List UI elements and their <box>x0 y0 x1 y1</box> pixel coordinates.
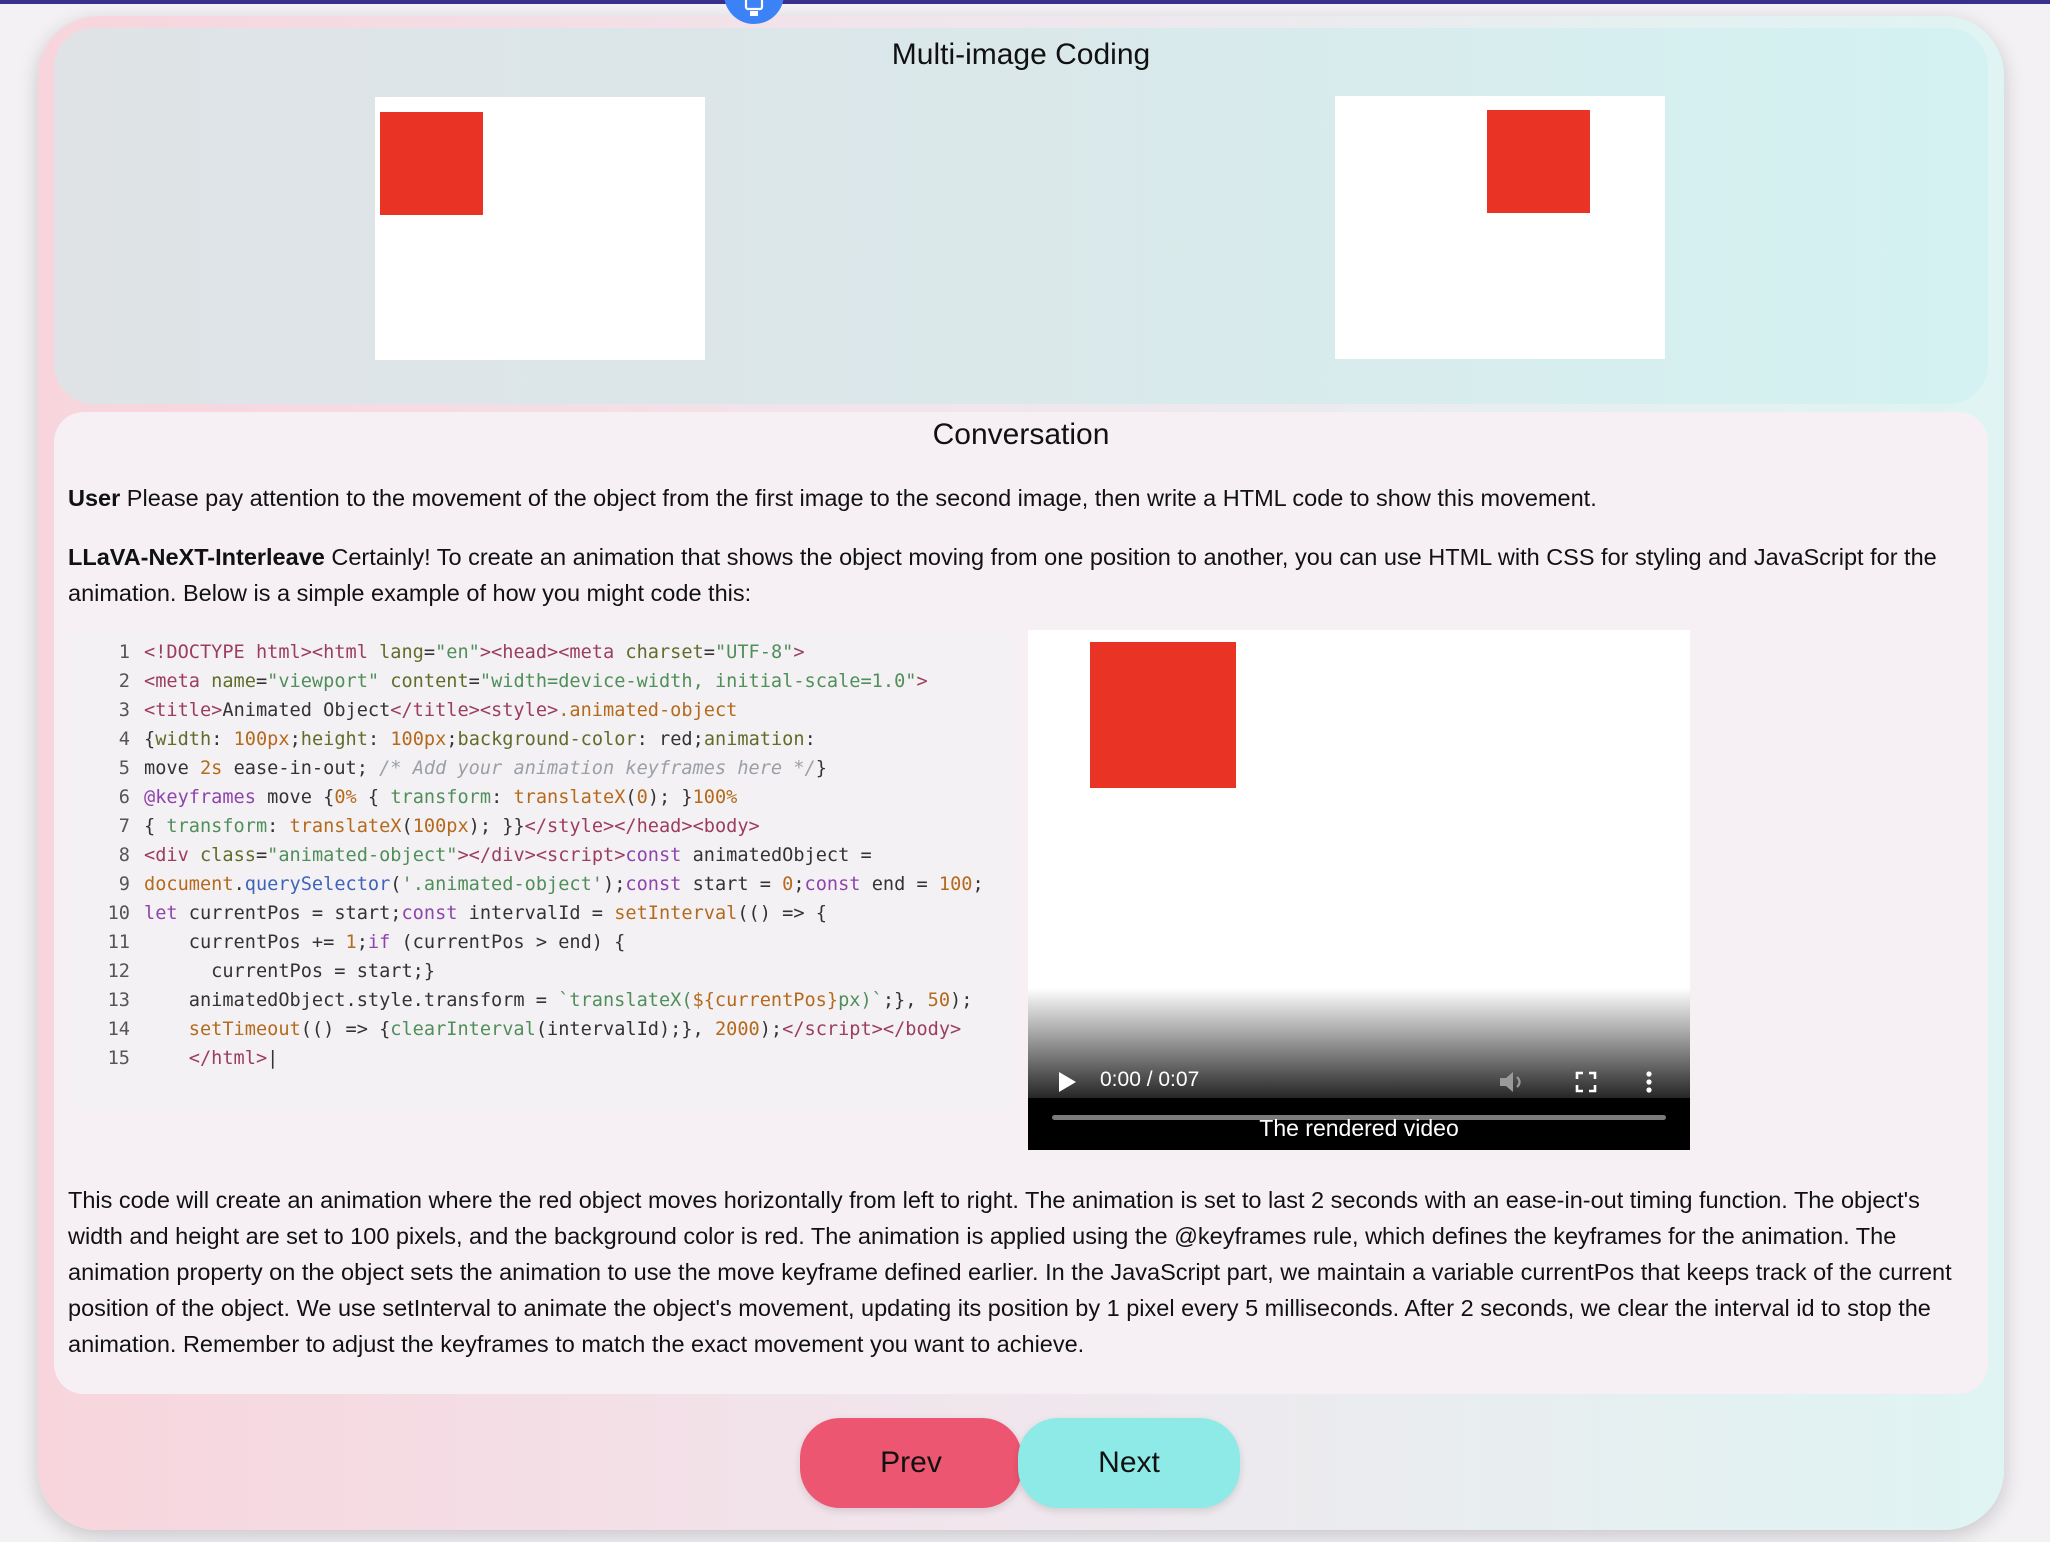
first-image <box>375 97 705 360</box>
more-options-icon[interactable] <box>1644 1070 1654 1094</box>
assistant-label: LLaVA-NeXT-Interleave <box>68 544 325 570</box>
assistant-message: LLaVA-NeXT-Interleave Certainly! To crea… <box>68 539 1973 611</box>
user-message: User Please pay attention to the movemen… <box>68 480 1973 516</box>
code-line: 15 </html>| <box>107 1048 279 1069</box>
next-button[interactable]: Next <box>1018 1418 1240 1508</box>
assistant-text: Certainly! To create an animation that s… <box>68 544 1937 606</box>
rendered-video-player[interactable]: 0:00 / 0:07 The rendered video <box>1028 630 1690 1150</box>
second-image <box>1335 96 1665 359</box>
red-square <box>380 112 483 215</box>
code-line: 7{ transform: translateX(100px); }}</sty… <box>118 816 760 837</box>
code-line: 1 <!DOCTYPE html><html lang="en"><head><m… <box>118 642 805 663</box>
assistant-summary: This code will create an animation where… <box>68 1187 1952 1357</box>
code-line: 11 currentPos += 1;if (currentPos > end)… <box>107 932 626 953</box>
top-accent-bar <box>0 0 2050 4</box>
robot-icon <box>744 0 764 16</box>
code-block[interactable]: 1 <!DOCTYPE html><html lang="en"><head><m… <box>68 632 1014 1108</box>
code-line: 4 {width: 100px;height: 100px;background-… <box>118 729 816 750</box>
conversation-panel: Conversation User Please pay attention t… <box>54 412 1988 1394</box>
user-label: User <box>68 485 121 511</box>
conversation-title: Conversation <box>932 418 1110 451</box>
code-line: 5 move 2s ease-in-out; /* Add your animat… <box>118 758 827 779</box>
prev-button[interactable]: Prev <box>800 1418 1022 1508</box>
code-line: 8 <div class="animated-object"></div><scr… <box>118 845 872 866</box>
fullscreen-icon[interactable] <box>1574 1070 1598 1094</box>
multi-image-panel: Multi-image Coding <box>54 28 1988 404</box>
red-square <box>1487 110 1590 213</box>
panel-title: Multi-image Coding <box>891 38 1151 71</box>
video-caption: The rendered video <box>1259 1115 1459 1141</box>
red-square <box>1090 642 1236 788</box>
code-line: 2 <meta name="viewport" content="width=de… <box>118 671 928 692</box>
code-line: 12 currentPos = start;} <box>107 961 436 982</box>
mute-icon[interactable] <box>1498 1070 1526 1094</box>
video-time: 0:00 / 0:07 <box>1100 1068 1200 1091</box>
code-line: 9 document.querySelector('.animated-objec… <box>118 874 984 895</box>
code-line: 14 setTimeout(() => {clearInterval(inter… <box>107 1019 962 1040</box>
code-line: 10 let currentPos = start;const intervalI… <box>107 903 827 924</box>
code-line: 6 @keyframes move {0% { transform: transl… <box>118 787 738 808</box>
code-line: 3 <title>Animated Object</title><style>.a… <box>118 700 738 721</box>
user-text: Please pay attention to the movement of … <box>126 485 1597 511</box>
code-line: 13 animatedObject.style.transform = `tra… <box>107 990 973 1011</box>
play-icon[interactable] <box>1056 1070 1078 1094</box>
